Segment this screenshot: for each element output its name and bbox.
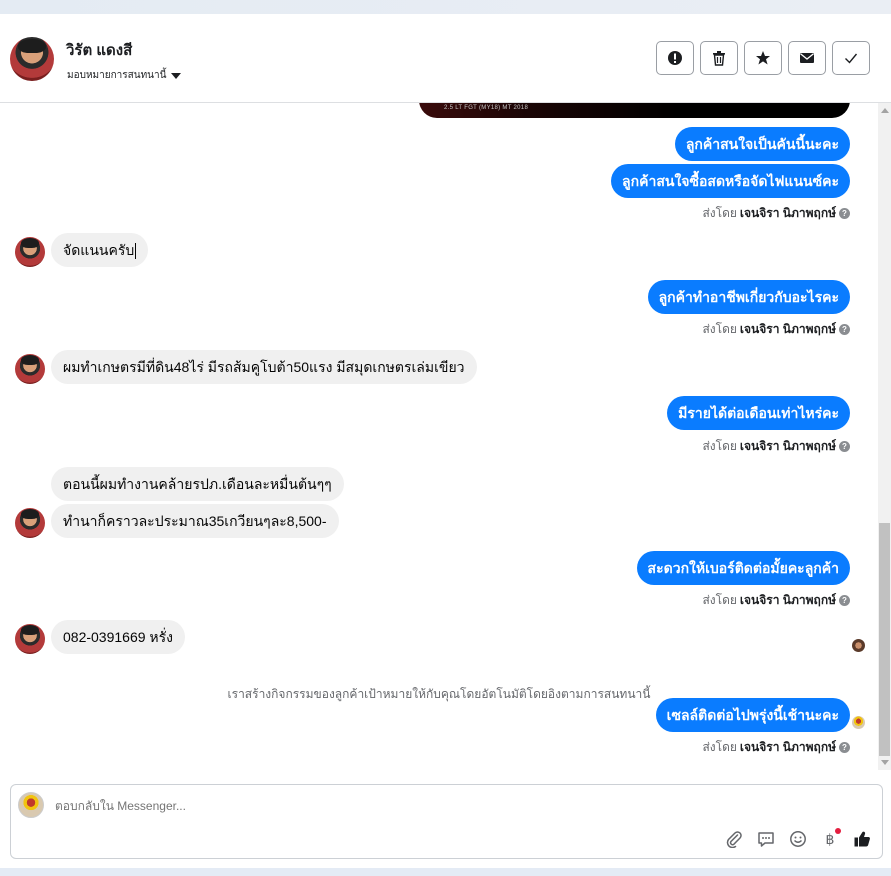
contact-avatar-small xyxy=(15,624,45,654)
message-bubble-incoming[interactable]: ทำนาก็คราวละประมาณ35เกวียนๆละ8,500- xyxy=(51,504,339,538)
conversation-header: วิรัต แดงสี มอบหมายการสนทนานี้ xyxy=(0,14,891,103)
envelope-icon xyxy=(800,53,814,63)
header-toolbar xyxy=(656,41,870,75)
sent-by-label: ส่งโดย เจนจิรา นิภาพฤกษ์ ? xyxy=(702,204,850,223)
assign-label: มอบหมายการสนทนานี้ xyxy=(67,70,167,81)
exclamation-icon xyxy=(668,51,682,65)
message-bubble-incoming[interactable]: ผมทำเกษตรมีที่ดิน48ไร่ มีรถส้มคูโบต้า50แ… xyxy=(51,350,477,384)
info-icon[interactable]: ? xyxy=(839,742,850,753)
thread-scrollbar[interactable] xyxy=(878,103,891,770)
svg-text:฿: ฿ xyxy=(825,832,834,848)
contact-name[interactable]: วิรัต แดงสี xyxy=(66,38,132,62)
message-bubble-outgoing[interactable]: สะดวกให้เบอร์ติดต่อมั้ยคะลูกค้า xyxy=(636,551,850,585)
chevron-down-icon xyxy=(171,72,182,79)
mark-unread-button[interactable] xyxy=(788,41,826,75)
contact-avatar[interactable] xyxy=(10,37,54,81)
star-icon xyxy=(756,51,770,65)
message-bubble-outgoing[interactable]: ลูกค้าสนใจเป็นคันนี้นะคะ xyxy=(674,127,850,161)
seen-indicator-avatar xyxy=(852,716,865,729)
sent-by-label: ส่งโดย เจนจิรา นิภาพฤกษ์ ? xyxy=(702,437,850,456)
saved-reply-button[interactable] xyxy=(755,828,776,849)
sent-by-prefix: ส่งโดย xyxy=(702,593,737,607)
bottom-strip xyxy=(0,868,891,876)
shared-car-image[interactable]: 2.5 LT FGT (MY18) MT 2018 xyxy=(419,103,850,118)
seen-indicator-avatar xyxy=(852,639,865,652)
sent-by-name[interactable]: เจนจิรา นิภาพฤกษ์ xyxy=(740,591,836,610)
contact-avatar-small xyxy=(15,237,45,267)
sent-by-label: ส่งโดย เจนจิรา นิภาพฤกษ์ ? xyxy=(702,320,850,339)
top-strip xyxy=(0,0,891,14)
message-bubble-outgoing[interactable]: ลูกค้าทำอาชีพเกี่ยวกับอะไรคะ xyxy=(647,280,850,314)
contact-avatar-small xyxy=(15,354,45,384)
info-icon[interactable]: ? xyxy=(839,324,850,335)
mark-done-button[interactable] xyxy=(832,41,870,75)
attach-button[interactable] xyxy=(723,828,744,849)
scroll-up-arrow-icon[interactable] xyxy=(881,108,889,113)
contact-avatar-small xyxy=(15,508,45,538)
page-avatar xyxy=(18,792,44,818)
message-thread[interactable]: 2.5 LT FGT (MY18) MT 2018 ลูกค้าสนใจเป็น… xyxy=(0,103,878,770)
sent-by-name[interactable]: เจนจิรา นิภาพฤกษ์ xyxy=(740,320,836,339)
sent-by-prefix: ส่งโดย xyxy=(702,439,737,453)
delete-button[interactable] xyxy=(700,41,738,75)
notification-dot xyxy=(835,828,841,834)
conversation-panel: วิรัต แดงสี มอบหมายการสนทนานี้ 2.5 LT FG… xyxy=(0,14,891,868)
message-text: จัดแนนครับ xyxy=(63,242,135,258)
star-button[interactable] xyxy=(744,41,782,75)
message-bubble-incoming[interactable]: 082-0391669 หรั่ง xyxy=(51,620,185,654)
trash-icon xyxy=(713,51,725,66)
report-spam-button[interactable] xyxy=(656,41,694,75)
emoji-button[interactable] xyxy=(787,828,808,849)
message-bubble-incoming[interactable]: จัดแนนครับ xyxy=(51,233,149,267)
saved-reply-icon xyxy=(757,831,774,847)
scroll-down-arrow-icon[interactable] xyxy=(881,760,889,765)
composer-toolbar: ฿ xyxy=(723,828,872,849)
sent-by-name[interactable]: เจนจิรา นิภาพฤกษ์ xyxy=(740,204,836,223)
sent-by-label: ส่งโดย เจนจิรา นิภาพฤกษ์ ? xyxy=(702,738,850,757)
like-icon xyxy=(854,831,870,846)
sent-by-name[interactable]: เจนจิรา นิภาพฤกษ์ xyxy=(740,738,836,757)
image-caption: 2.5 LT FGT (MY18) MT 2018 xyxy=(444,105,529,111)
scrollbar-thumb[interactable] xyxy=(879,523,890,756)
like-button[interactable] xyxy=(851,828,872,849)
info-icon[interactable]: ? xyxy=(839,595,850,606)
assign-conversation-dropdown[interactable]: มอบหมายการสนทนานี้ xyxy=(67,68,182,83)
info-icon[interactable]: ? xyxy=(839,208,850,219)
sent-by-prefix: ส่งโดย xyxy=(702,740,737,754)
message-bubble-outgoing[interactable]: มีรายได้ต่อเดือนเท่าไหร่คะ xyxy=(667,396,850,430)
emoji-icon xyxy=(789,830,806,847)
reply-input[interactable] xyxy=(55,799,655,813)
sent-by-label: ส่งโดย เจนจิรา นิภาพฤกษ์ ? xyxy=(702,591,850,610)
paperclip-icon xyxy=(726,830,742,848)
text-cursor xyxy=(135,243,137,260)
sent-by-name[interactable]: เจนจิรา นิภาพฤกษ์ xyxy=(740,437,836,456)
sent-by-prefix: ส่งโดย xyxy=(702,206,737,220)
message-bubble-incoming[interactable]: ตอนนี้ผมทำงานคล้ายรปภ.เดือนละหมื่นต้นๆๆ xyxy=(51,467,344,501)
sent-by-prefix: ส่งโดย xyxy=(702,322,737,336)
payment-button[interactable]: ฿ xyxy=(819,828,841,849)
message-bubble-outgoing[interactable]: ลูกค้าสนใจซื้อสดหรือจัดไฟแนนซ์คะ xyxy=(611,164,850,198)
reply-composer: ฿ xyxy=(10,784,883,859)
info-icon[interactable]: ? xyxy=(839,441,850,452)
check-icon xyxy=(845,53,858,64)
message-bubble-outgoing[interactable]: เซลล์ติดต่อไปพรุ่งนี้เช้านะคะ xyxy=(655,698,850,732)
